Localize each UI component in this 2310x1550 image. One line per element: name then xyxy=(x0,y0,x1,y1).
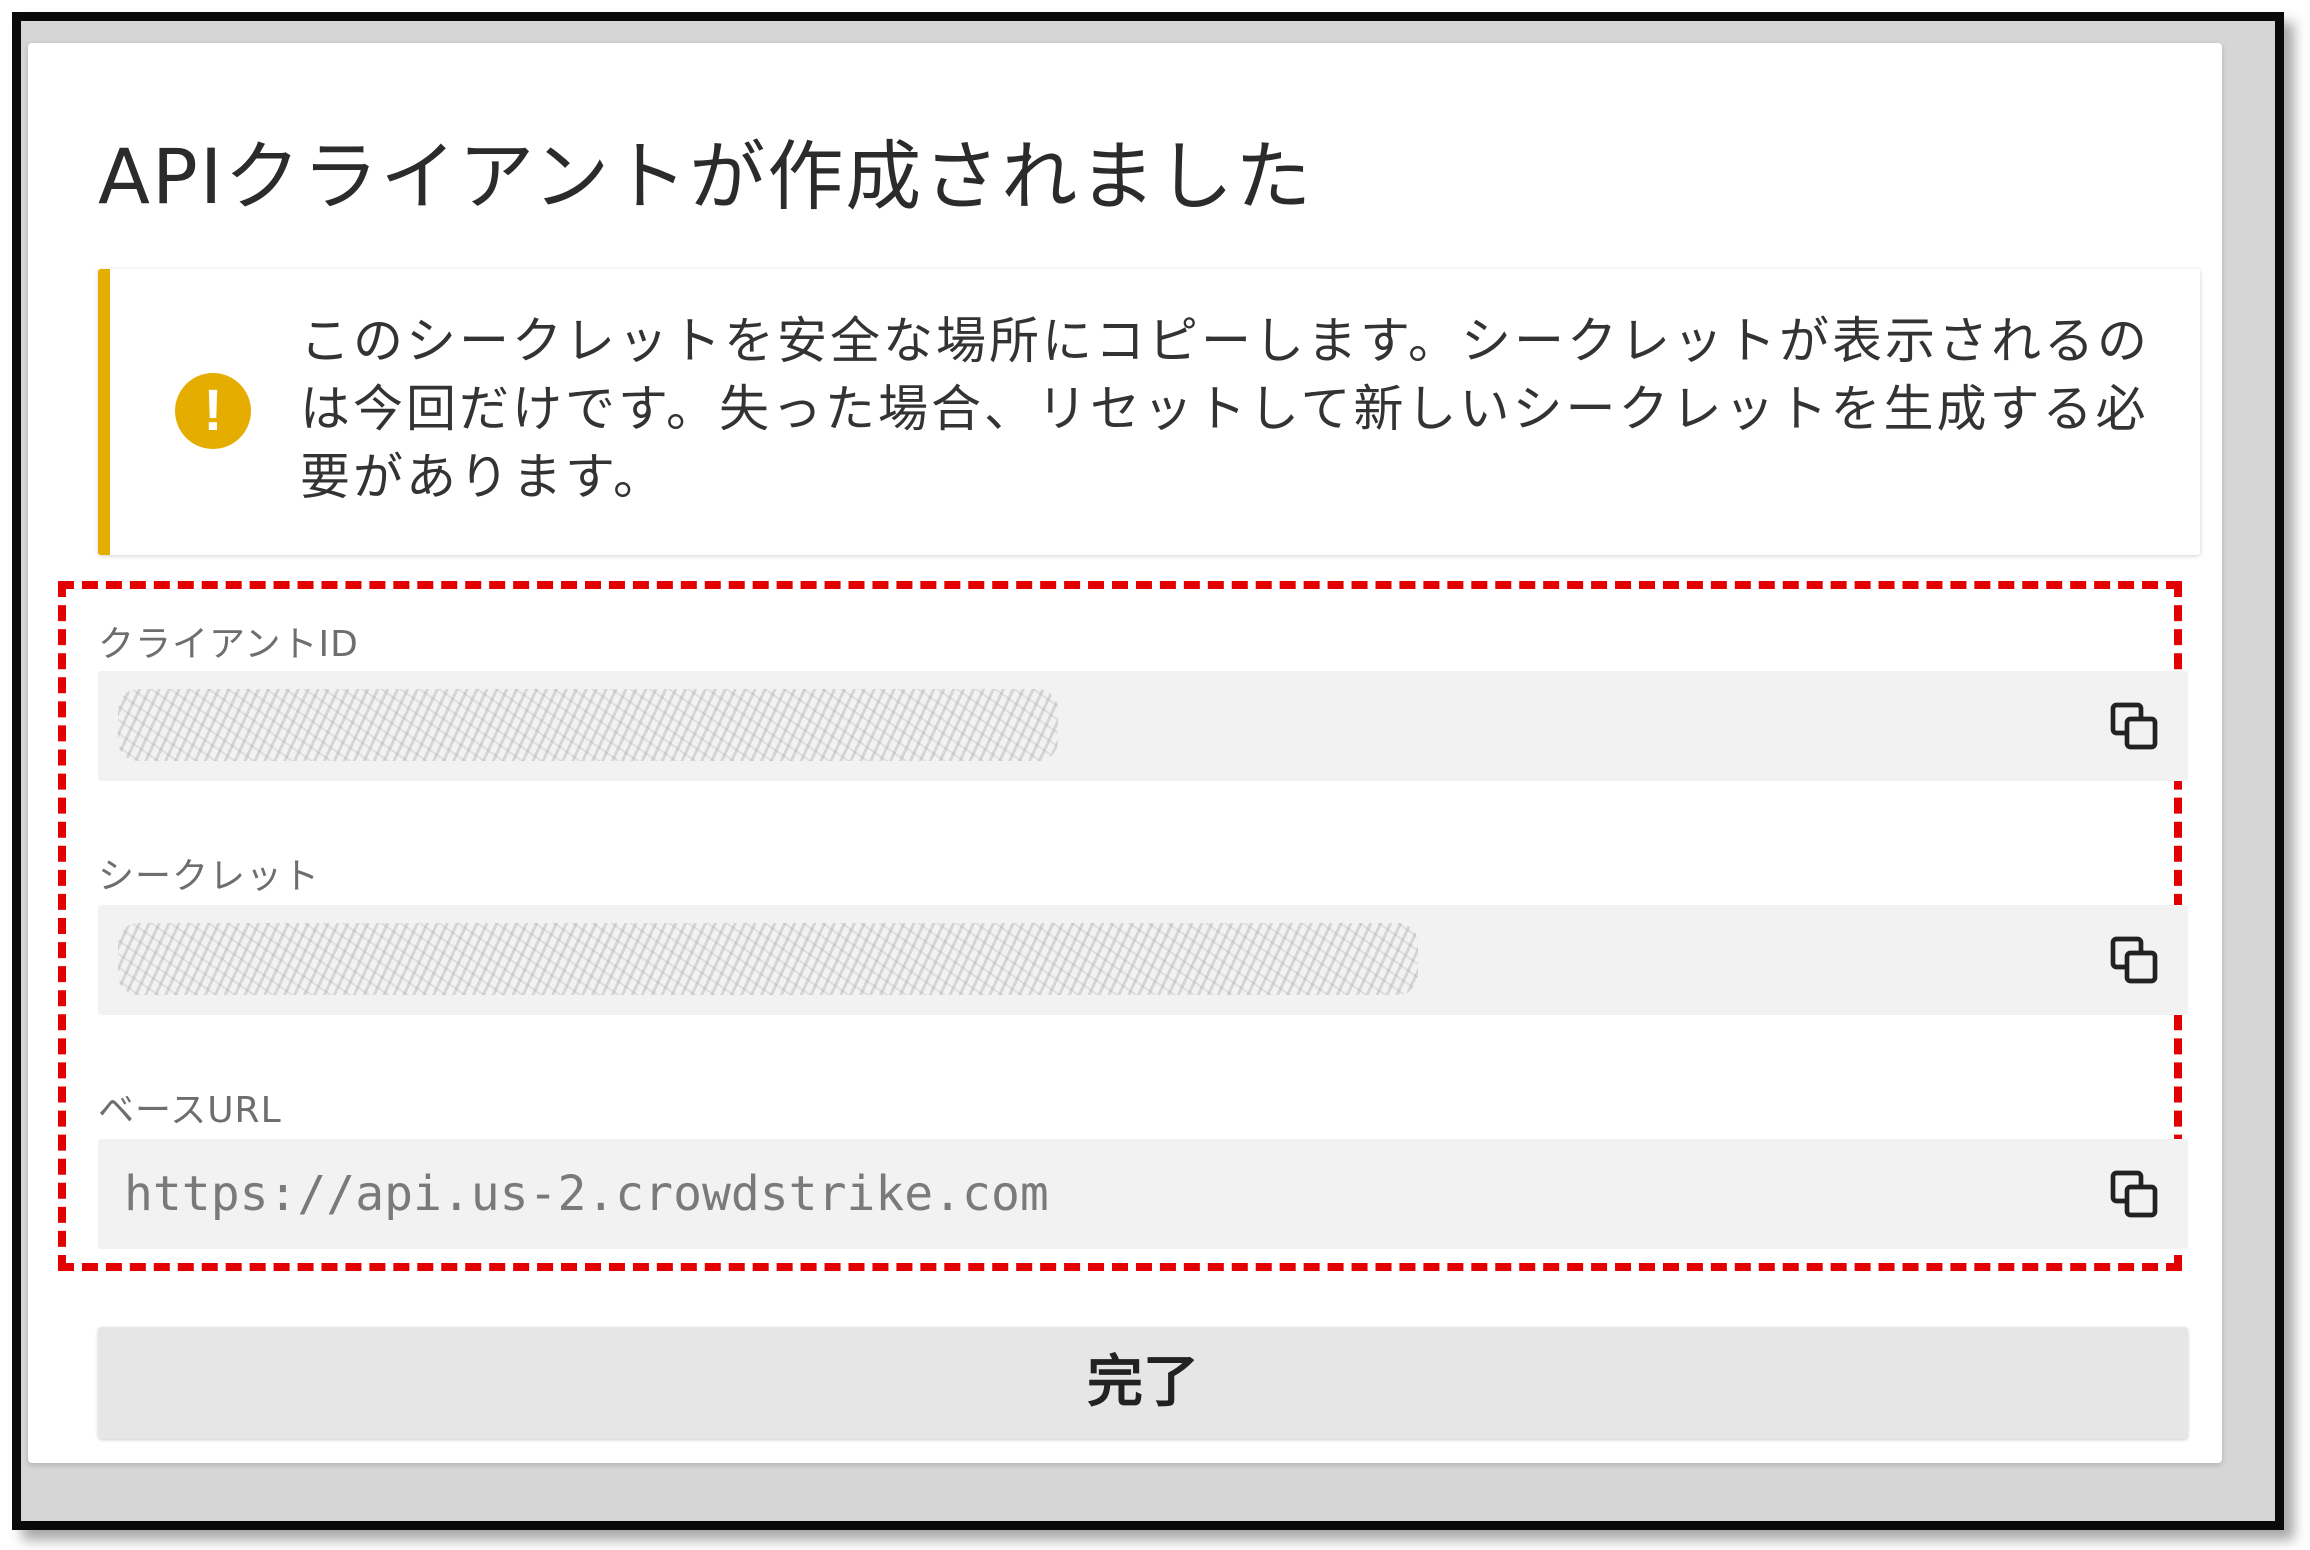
base-url-label: ベースURL xyxy=(98,1090,282,1131)
api-client-created-dialog: APIクライアントが作成されました ! このシークレットを安全な場所にコピーしま… xyxy=(28,43,2222,1463)
base-url-value: https://api.us-2.crowdstrike.com xyxy=(124,1166,1049,1222)
secret-field[interactable] xyxy=(98,905,2188,1015)
alert-message: このシークレットを安全な場所にコピーします。シークレットが表示されるのは今回だけ… xyxy=(300,312,2150,506)
copy-icon xyxy=(2110,1170,2158,1218)
copy-client-id-button[interactable] xyxy=(2106,698,2162,754)
warning-icon: ! xyxy=(175,373,251,449)
done-button[interactable]: 完了 xyxy=(98,1327,2188,1439)
secret-masked-value xyxy=(118,923,1418,995)
client-id-field[interactable] xyxy=(98,671,2188,781)
secret-label: シークレット xyxy=(98,856,321,897)
copy-base-url-button[interactable] xyxy=(2106,1166,2162,1222)
client-id-masked-value xyxy=(118,689,1058,761)
base-url-field[interactable]: https://api.us-2.crowdstrike.com xyxy=(98,1139,2188,1249)
dialog-title: APIクライアントが作成されました xyxy=(98,132,1314,221)
copy-secret-button[interactable] xyxy=(2106,932,2162,988)
warning-alert: ! このシークレットを安全な場所にコピーします。シークレットが表示されるのは今回… xyxy=(98,269,2200,555)
copy-icon xyxy=(2110,936,2158,984)
copy-icon xyxy=(2110,702,2158,750)
client-id-label: クライアントID xyxy=(98,624,359,665)
